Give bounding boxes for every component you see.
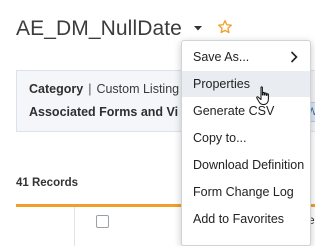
star-outline-icon[interactable] bbox=[214, 16, 236, 38]
menu-item-label: Copy to... bbox=[193, 131, 247, 145]
associated-label: Associated Forms and Vi bbox=[29, 105, 179, 119]
menu-item-label: Add to Favorites bbox=[193, 212, 285, 226]
chevron-right-icon bbox=[290, 51, 298, 63]
column-divider bbox=[74, 207, 75, 246]
associated-line: Associated Forms and Vi bbox=[29, 105, 178, 119]
actions-menu: Save As... Properties Generate CSV Copy … bbox=[181, 40, 311, 246]
menu-item-label: Properties bbox=[193, 77, 250, 91]
select-all-checkbox[interactable] bbox=[96, 215, 109, 228]
menu-item-add-to-favorites[interactable]: Add to Favorites bbox=[182, 206, 310, 232]
page-title: AE_DM_NullDate bbox=[16, 17, 182, 40]
category-value: Custom Listing bbox=[96, 82, 180, 96]
menu-item-label: Save As... bbox=[193, 50, 250, 64]
record-count: 41 Records bbox=[16, 177, 79, 189]
menu-item-label: Form Change Log bbox=[193, 185, 294, 199]
menu-item-form-change-log[interactable]: Form Change Log bbox=[182, 179, 310, 205]
menu-item-label: Download Definition bbox=[193, 158, 305, 172]
menu-item-generate-csv[interactable]: Generate CSV bbox=[182, 98, 310, 124]
page: AE_DM_NullDate Category | Custom Listing A… bbox=[0, 0, 315, 246]
menu-item-properties[interactable]: Properties bbox=[182, 71, 310, 97]
title-row: AE_DM_NullDate bbox=[16, 14, 182, 44]
menu-item-download-definition[interactable]: Download Definition bbox=[182, 152, 310, 178]
category-separator: | bbox=[88, 82, 92, 96]
menu-item-copy-to[interactable]: Copy to... bbox=[182, 125, 310, 151]
category-label: Category bbox=[29, 82, 84, 96]
caret-down-icon[interactable] bbox=[190, 20, 206, 36]
category-line: Category | Custom Listing bbox=[29, 82, 179, 96]
menu-item-label: Generate CSV bbox=[193, 104, 275, 118]
menu-item-save-as[interactable]: Save As... bbox=[182, 44, 310, 70]
